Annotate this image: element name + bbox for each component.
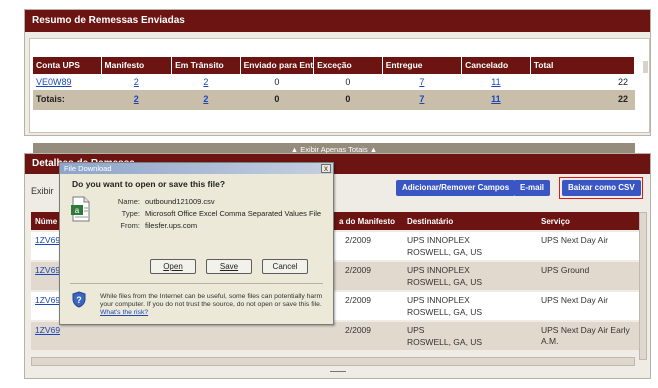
recipient-location: ROSWELL, GA, US <box>407 277 483 287</box>
display-label: Exibir <box>31 186 54 196</box>
dialog-question: Do you want to open or save this file? <box>72 179 226 189</box>
service-name: UPS Next Day Air Early A.M. <box>541 325 630 346</box>
total-count: 22 <box>618 77 629 87</box>
tracking-number-link[interactable]: 1ZV69 <box>35 325 60 336</box>
dialog-warning: While files from the Internet can be use… <box>100 293 330 317</box>
manifest-count-link[interactable]: 2 <box>134 77 139 87</box>
add-remove-fields-button[interactable]: Adicionar/Remover Campos <box>396 180 516 196</box>
col-header-manifest[interactable]: Manifesto <box>101 57 172 74</box>
close-icon[interactable]: x <box>321 164 331 173</box>
exception-count: 0 <box>345 77 351 87</box>
save-button[interactable]: Save <box>206 259 252 274</box>
recipient-name: UPS INNOPLEX <box>407 295 470 305</box>
summary-panel: Resumo de Remessas Enviadas Conta UPS Ma… <box>24 9 651 156</box>
details-resize-grip[interactable] <box>329 371 346 372</box>
col-header-cancelled[interactable]: Cancelado <box>462 57 530 74</box>
recipient-name: UPS INNOPLEX <box>407 235 470 245</box>
cancel-button[interactable]: Cancel <box>262 259 308 274</box>
totals-delivered-link[interactable]: 7 <box>419 94 424 104</box>
recipient-location: ROSWELL, GA, US <box>407 247 483 257</box>
dialog-divider <box>70 283 323 284</box>
totals-sent: 0 <box>274 94 280 104</box>
col-header-in-transit[interactable]: Em Trânsito <box>172 57 240 74</box>
totals-total: 22 <box>618 94 629 104</box>
col-header-total[interactable]: Total <box>530 57 635 74</box>
manifest-date: 2/2009 <box>345 295 371 305</box>
summary-table-container: Conta UPS Manifesto Em Trânsito Enviado … <box>29 38 650 156</box>
file-download-dialog: File Download x Do you want to open or s… <box>59 162 334 325</box>
col-header-recipient[interactable]: Destinatário <box>407 217 453 226</box>
recipient-name: UPS INNOPLEX <box>407 265 470 275</box>
download-csv-button[interactable]: Baixar como CSV <box>562 180 641 196</box>
recipient-location: ROSWELL, GA, US <box>407 337 483 347</box>
name-label: Name: <box>117 197 140 206</box>
col-header-sent[interactable]: Enviado para Enti <box>240 57 314 74</box>
from-value: filesfer.ups.com <box>145 221 198 230</box>
tracking-number-link[interactable]: 1ZV69 <box>35 265 60 276</box>
service-name: UPS Next Day Air <box>541 235 609 245</box>
risk-link[interactable]: What's the risk? <box>100 309 148 316</box>
manifest-date: 2/2009 <box>345 325 371 335</box>
account-link[interactable]: VE0W89 <box>36 77 72 87</box>
tracking-number-link[interactable]: 1ZV69 <box>35 295 60 306</box>
email-button[interactable]: E-mail <box>514 180 551 196</box>
summary-table-row: VE0W89 2 2 0 0 7 11 22 <box>33 75 635 89</box>
in-transit-count-link[interactable]: 2 <box>203 77 208 87</box>
col-header-manifest-date[interactable]: a do Manifesto <box>339 217 395 226</box>
file-name-value: outbound121009.csv <box>145 197 215 206</box>
from-label: From: <box>120 221 140 230</box>
csv-file-icon: a <box>71 196 90 222</box>
manifest-date: 2/2009 <box>345 235 371 245</box>
svg-text:?: ? <box>76 295 82 305</box>
cancelled-count-link[interactable]: 11 <box>491 77 500 87</box>
summary-totals-row: Totais: 2 2 0 0 7 11 22 <box>33 90 635 110</box>
manifest-date: 2/2009 <box>345 265 371 275</box>
delivered-count-link[interactable]: 7 <box>419 77 424 87</box>
totals-label: Totais: <box>36 94 65 104</box>
recipient-location: ROSWELL, GA, US <box>407 307 483 317</box>
details-vertical-scrollbar[interactable] <box>639 212 647 360</box>
details-horizontal-scrollbar[interactable] <box>31 357 635 366</box>
service-name: UPS Next Day Air <box>541 295 609 305</box>
tracking-number-link[interactable]: 1ZV69 <box>35 235 60 246</box>
dialog-title: File Download <box>64 164 112 173</box>
col-header-account[interactable]: Conta UPS <box>33 57 101 74</box>
col-header-delivered[interactable]: Entregue <box>382 57 462 74</box>
summary-table-header: Conta UPS Manifesto Em Trânsito Enviado … <box>33 57 635 74</box>
summary-panel-title: Resumo de Remessas Enviadas <box>25 10 650 32</box>
col-header-number[interactable]: Núme <box>35 217 57 226</box>
totals-cancelled-link[interactable]: 11 <box>491 94 501 104</box>
open-button[interactable]: Open <box>150 259 196 274</box>
totals-in-transit-link[interactable]: 2 <box>203 94 208 104</box>
dialog-title-bar[interactable]: File Download x <box>60 163 333 174</box>
totals-exception: 0 <box>345 94 351 104</box>
col-header-service[interactable]: Serviço <box>541 217 570 226</box>
recipient-name: UPS <box>407 325 425 335</box>
shield-question-icon: ? <box>72 291 86 308</box>
table-row: 1ZV69 2/2009 UPS ROSWELL, GA, US UPS Nex… <box>31 322 639 350</box>
col-header-exception[interactable]: Exceção <box>314 57 382 74</box>
type-label: Type: <box>121 209 140 218</box>
warning-text: While files from the Internet can be use… <box>100 293 323 308</box>
totals-manifest-link[interactable]: 2 <box>134 94 139 104</box>
svg-text:a: a <box>75 206 80 215</box>
service-name: UPS Ground <box>541 265 590 275</box>
summary-scrollbar[interactable] <box>643 61 648 73</box>
sent-count: 0 <box>274 77 280 87</box>
file-type-value: Microsoft Office Excel Comma Separated V… <box>145 209 322 218</box>
